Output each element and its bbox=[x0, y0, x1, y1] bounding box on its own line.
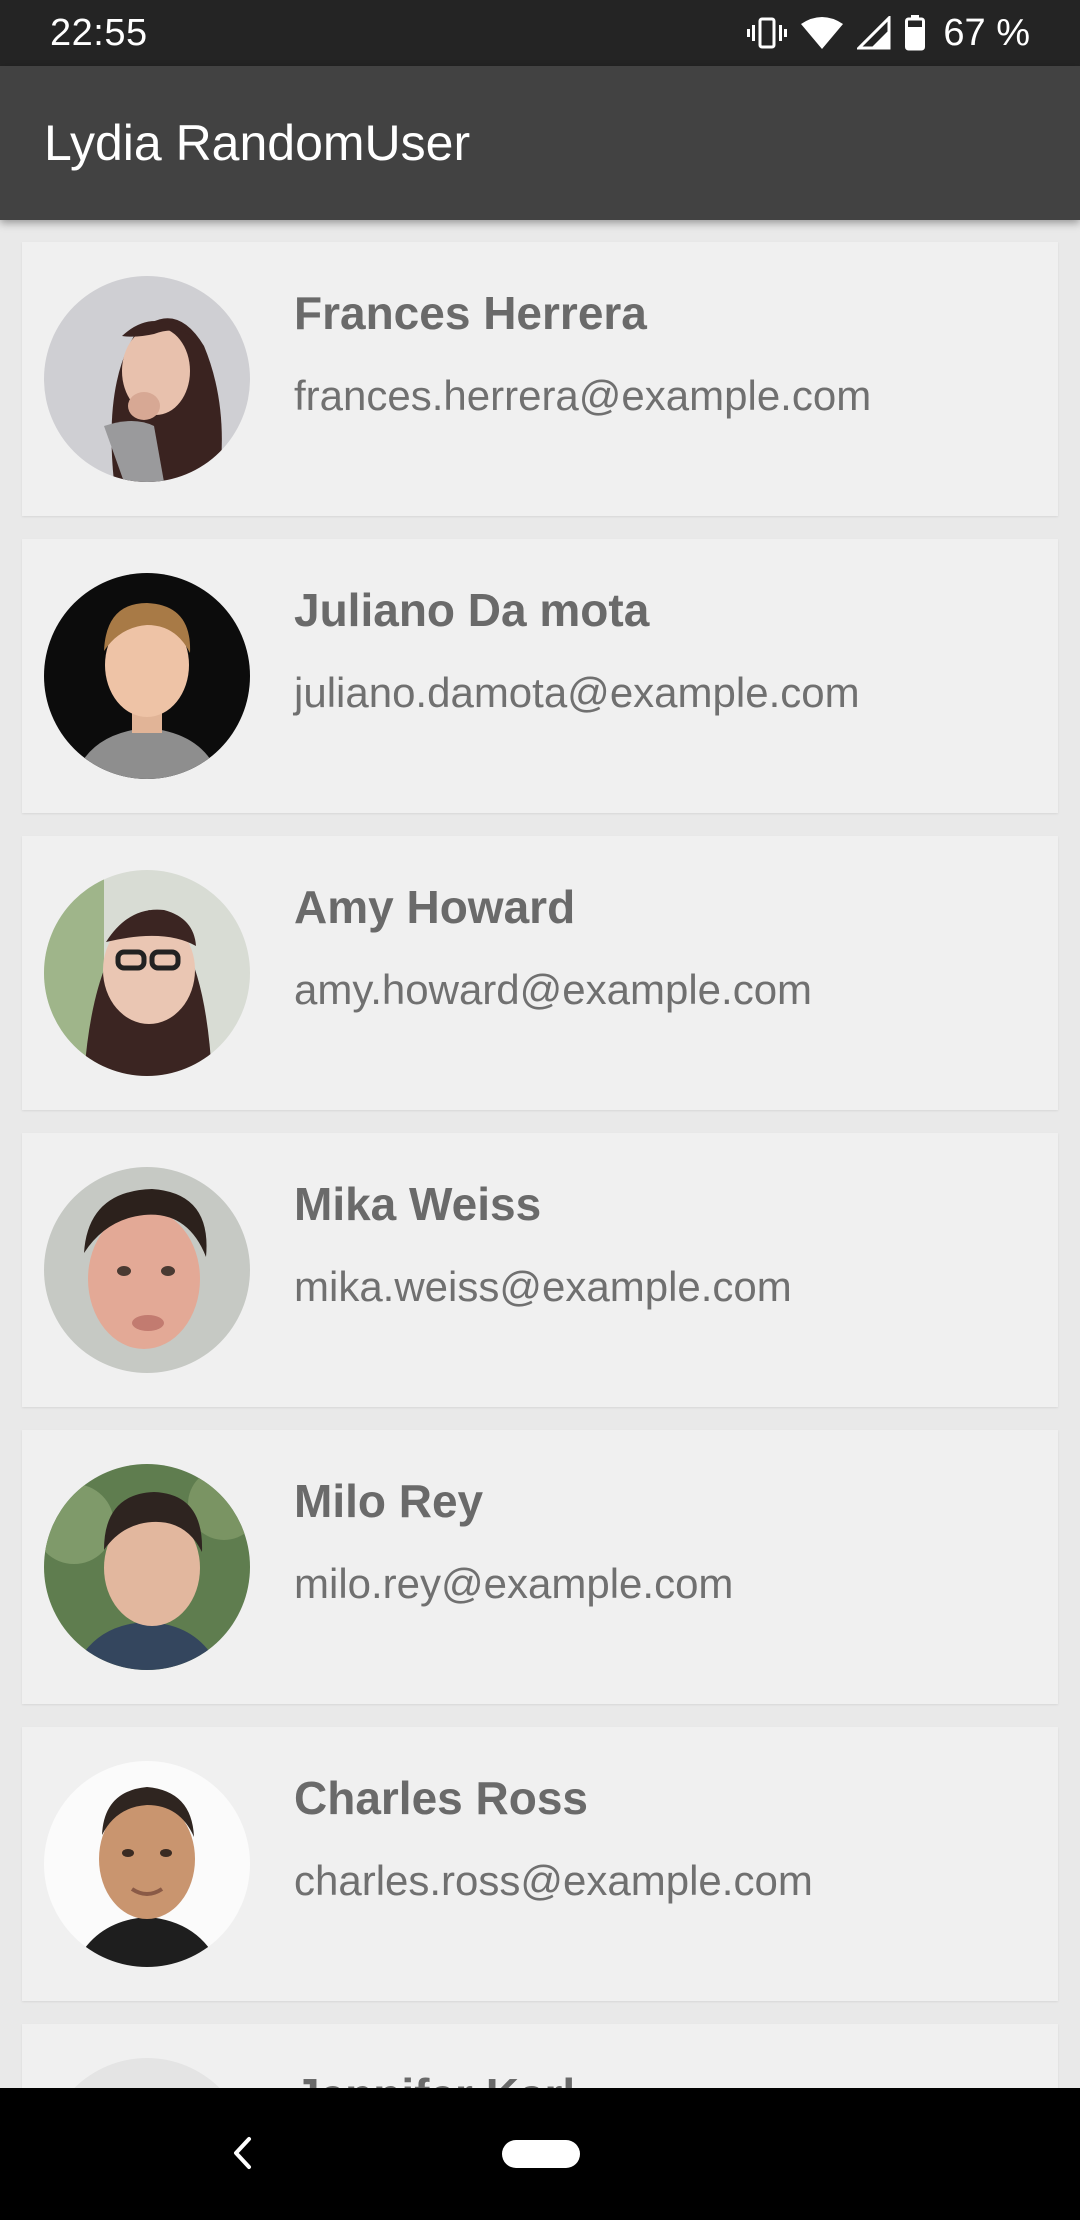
user-email: mika.weiss@example.com bbox=[294, 1263, 792, 1310]
status-bar: 22:55 67 % bbox=[0, 0, 1080, 66]
battery-icon bbox=[905, 15, 926, 51]
user-avatar bbox=[44, 1464, 250, 1670]
cell-signal-icon bbox=[857, 16, 891, 50]
user-name: Juliano Da mota bbox=[294, 584, 650, 636]
user-email: amy.howard@example.com bbox=[294, 966, 813, 1013]
navigation-bar bbox=[0, 2088, 1080, 2220]
user-card[interactable]: Milo Rey milo.rey@example.com bbox=[22, 1430, 1058, 1704]
user-name: Mika Weiss bbox=[294, 1178, 542, 1230]
user-email: juliano.damota@example.com bbox=[294, 669, 860, 716]
user-list[interactable]: Frances Herrera frances.herrera@example.… bbox=[0, 220, 1080, 2088]
user-avatar bbox=[44, 1761, 250, 1967]
user-avatar bbox=[44, 2058, 250, 2088]
user-card[interactable]: Charles Ross charles.ross@example.com bbox=[22, 1727, 1058, 2001]
user-card[interactable]: Mika Weiss mika.weiss@example.com bbox=[22, 1133, 1058, 1407]
user-avatar bbox=[44, 1167, 250, 1373]
user-avatar bbox=[44, 276, 250, 482]
app-bar: Lydia RandomUser bbox=[0, 66, 1080, 220]
app-title: Lydia RandomUser bbox=[44, 115, 471, 171]
user-name: Frances Herrera bbox=[294, 287, 647, 339]
status-icons: 67 % bbox=[747, 12, 1030, 55]
user-email: frances.herrera@example.com bbox=[294, 372, 872, 419]
user-card[interactable]: Frances Herrera frances.herrera@example.… bbox=[22, 242, 1058, 516]
user-name: Amy Howard bbox=[294, 881, 576, 933]
battery-percent: 67 % bbox=[943, 11, 1030, 54]
user-card[interactable]: Juliano Da mota juliano.damota@example.c… bbox=[22, 539, 1058, 813]
user-email: milo.rey@example.com bbox=[294, 1560, 734, 1607]
wifi-icon bbox=[801, 16, 844, 50]
home-pill-icon[interactable] bbox=[502, 2140, 580, 2168]
user-card[interactable]: Jennifer Karl bbox=[22, 2024, 1058, 2088]
user-card[interactable]: Amy Howard amy.howard@example.com bbox=[22, 836, 1058, 1110]
user-name: Milo Rey bbox=[294, 1475, 484, 1527]
screen: 22:55 67 % Lydia RandomUser Frances Herr… bbox=[0, 0, 1080, 2220]
vibrate-icon bbox=[747, 16, 788, 50]
status-time: 22:55 bbox=[50, 11, 148, 54]
user-avatar bbox=[44, 870, 250, 1076]
back-icon[interactable] bbox=[222, 2128, 262, 2178]
user-avatar bbox=[44, 573, 250, 779]
user-name: Charles Ross bbox=[294, 1772, 589, 1824]
user-name: Jennifer Karl bbox=[294, 2068, 575, 2088]
user-email: charles.ross@example.com bbox=[294, 1857, 813, 1904]
